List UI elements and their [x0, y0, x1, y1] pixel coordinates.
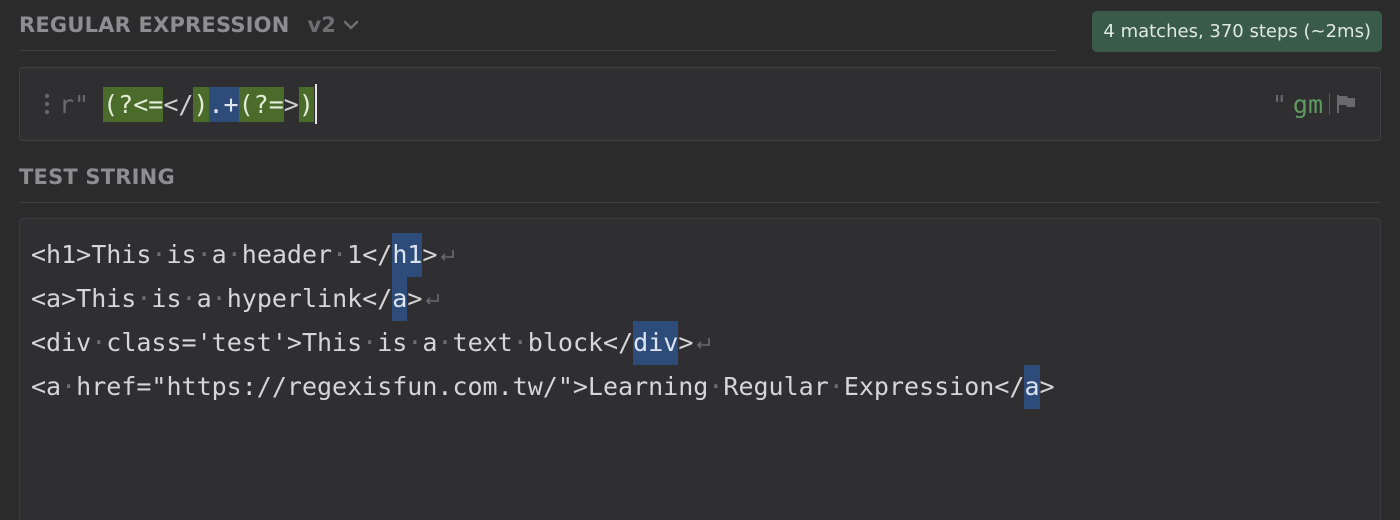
text-run: a: [196, 284, 212, 313]
text-run: is: [166, 240, 197, 269]
whitespace-marker: ·: [181, 284, 197, 313]
whitespace-marker: ·: [196, 240, 212, 269]
regex-token: ): [193, 86, 209, 122]
newline-icon: [426, 294, 440, 305]
regex-token: >: [283, 89, 299, 119]
whitespace-marker: ·: [828, 372, 844, 401]
whitespace-marker: ·: [226, 240, 242, 269]
flag-icon[interactable]: [1334, 92, 1358, 116]
test-line: <a>This · is · a · hyperlink</a >: [31, 277, 1380, 321]
regex-flags[interactable]: gm: [1293, 90, 1323, 119]
text-run: <a>This: [31, 284, 137, 313]
newline-icon: [697, 338, 711, 349]
text-run: block</: [527, 328, 634, 357]
text-run: a: [211, 240, 227, 269]
match-highlight: a: [1024, 365, 1040, 409]
test-line: <a · href="https://regexisfun.com.tw/">Lea…: [31, 365, 1380, 409]
text-run: >: [407, 284, 423, 313]
text-run: class='test'>This: [106, 328, 363, 357]
text-run: hyperlink</: [226, 284, 393, 313]
text-run: div: [633, 328, 679, 357]
text-run: <h1>This: [31, 240, 152, 269]
whitespace-marker: ·: [211, 284, 227, 313]
regex-token: (?=: [238, 86, 284, 122]
regex-suffix: ": [1271, 89, 1287, 119]
text-run: >: [422, 240, 438, 269]
whitespace-marker: ·: [407, 328, 423, 357]
whitespace-marker: ·: [708, 372, 724, 401]
regex-token: .+: [208, 86, 239, 122]
whitespace-marker: ·: [61, 372, 77, 401]
test-string-header: TEST STRING: [19, 152, 1381, 203]
test-line: <h1>This · is · a · header · 1</h1 >: [31, 233, 1380, 277]
text-run: href="https://regexisfun.com.tw/">Learni…: [76, 372, 709, 401]
regex-token: </: [163, 89, 194, 119]
whitespace-marker: ·: [512, 328, 528, 357]
whitespace-marker: ·: [136, 284, 152, 313]
text-run: 1</: [347, 240, 393, 269]
text-run: header: [241, 240, 333, 269]
text-run: Regular: [723, 372, 829, 401]
regex-prefix: r": [59, 89, 90, 119]
text-run: >: [678, 328, 694, 357]
whitespace-marker: ·: [362, 328, 378, 357]
text-run: <div: [31, 328, 92, 357]
text-run: is: [377, 328, 408, 357]
flags-divider: [1329, 93, 1330, 115]
text-run: h1: [392, 240, 423, 269]
regex-editor: REGULAR EXPRESSION v2 4 matches, 370 ste…: [0, 0, 1400, 520]
whitespace-marker: ·: [91, 328, 107, 357]
text-run: <a: [31, 372, 62, 401]
version-label: v2: [307, 13, 336, 37]
regex-right-controls: " gm: [1272, 90, 1358, 119]
test-line: <div · class='test'>This · is · a · text · block</…: [31, 321, 1380, 365]
whitespace-marker: ·: [151, 240, 167, 269]
text-run: Expression</: [843, 372, 1025, 401]
text-run: a: [392, 284, 408, 313]
text-run: a: [422, 328, 438, 357]
text-run: >: [1039, 372, 1055, 401]
whitespace-marker: ·: [332, 240, 348, 269]
test-string-title: TEST STRING: [19, 165, 175, 189]
regex-expression[interactable]: (?<= </) .+ (?= >): [103, 84, 317, 124]
drag-handle-icon[interactable]: [43, 92, 51, 116]
text-caret: [314, 84, 317, 124]
regex-input[interactable]: r" (?<= </) .+ (?= >) " gm: [19, 67, 1381, 141]
newline-icon: [441, 250, 455, 261]
text-run: text: [452, 328, 513, 357]
match-highlight: a: [392, 277, 408, 321]
version-select[interactable]: v2: [308, 13, 360, 37]
match-highlight: div: [633, 321, 679, 365]
whitespace-marker: ·: [437, 328, 453, 357]
regex-token: ): [298, 86, 314, 122]
regex-section-title: REGULAR EXPRESSION: [19, 13, 290, 37]
regex-section-header: REGULAR EXPRESSION v2: [19, 0, 1056, 51]
text-run: is: [151, 284, 182, 313]
text-run: a: [1024, 372, 1040, 401]
regex-token: (?<=: [103, 86, 164, 122]
match-highlight: h1: [392, 233, 423, 277]
chevron-down-icon: [343, 20, 359, 30]
test-string-input[interactable]: <h1>This · is · a · header · 1</h1 > <a>This · is · a ·…: [19, 218, 1381, 520]
match-status-badge: 4 matches, 370 steps (~2ms): [1092, 11, 1382, 52]
